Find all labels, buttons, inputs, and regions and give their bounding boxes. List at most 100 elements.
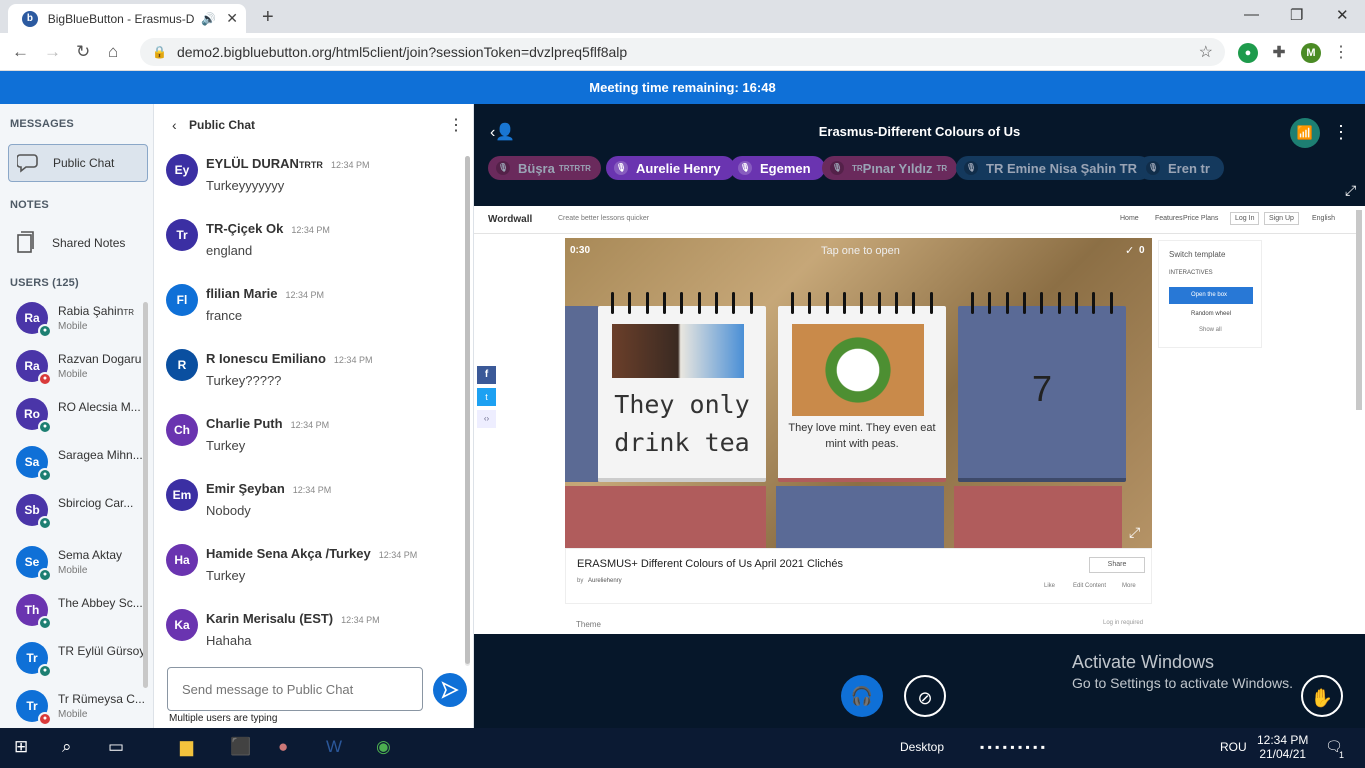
extension-icon[interactable]: ●	[1238, 43, 1258, 63]
talking-indicator[interactable]: 🎙 Egemen	[730, 156, 825, 180]
chat-title[interactable]: Public Chat	[189, 118, 255, 132]
minimize-icon[interactable]: —	[1244, 6, 1259, 23]
card-seven[interactable]: 7	[958, 292, 1126, 482]
message-avatar: Tr	[166, 219, 198, 251]
close-tab-icon[interactable]: ✕	[226, 10, 238, 27]
profile-avatar[interactable]: M	[1301, 43, 1321, 63]
talking-indicator[interactable]: 🎙 Aurelie Henry	[606, 156, 735, 180]
user-item[interactable]: Ro ● RO Alecsia M...	[14, 398, 146, 446]
user-item[interactable]: Tr ● TR Eylül Gürsoy	[14, 642, 146, 690]
clock-date: 21/04/21	[1259, 747, 1307, 761]
user-item[interactable]: Se ● Sema Aktay Mobile	[14, 546, 146, 594]
back-icon[interactable]: ←	[12, 42, 29, 62]
user-status-icon: ●	[38, 468, 52, 482]
user-status-icon: ●	[38, 420, 52, 434]
talking-indicator[interactable]: 🎙 Eren tr	[1138, 156, 1224, 180]
share-button[interactable]: Share	[1089, 557, 1145, 573]
browser-tab[interactable]: b BigBlueButton - Erasmus-Diff 🔊 ✕	[8, 4, 246, 33]
clock[interactable]: 12:34 PM 21/04/21	[1257, 733, 1308, 761]
nav-language[interactable]: English	[1312, 215, 1335, 222]
options-menu-icon[interactable]: ⋮	[1332, 122, 1350, 143]
nav-sign-up[interactable]: Sign Up	[1264, 212, 1299, 225]
shared-notes-button[interactable]: Shared Notes	[8, 226, 148, 260]
nav-features[interactable]: Features	[1155, 215, 1183, 222]
bigbluebutton-favicon-icon: b	[22, 10, 38, 27]
bookmark-star-icon[interactable]: ☆	[1199, 42, 1213, 62]
talking-indicator[interactable]: 🎙 TR Emine Nisa Şahin TR	[956, 156, 1151, 180]
message-time: 12:34 PM	[285, 290, 325, 300]
address-bar[interactable]: 🔒 demo2.bigbluebutton.org/html5client/jo…	[140, 38, 1225, 66]
user-name: Tr Rümeysa C...	[58, 692, 145, 706]
facebook-share-icon[interactable]: f	[477, 366, 496, 384]
message-time: 12:34 PM	[291, 225, 330, 235]
forward-icon[interactable]: →	[44, 42, 61, 62]
home-icon[interactable]: ⌂	[108, 42, 118, 62]
windows-start-icon[interactable]: ⊞	[14, 737, 28, 757]
user-item[interactable]: Sb ● Sbirciog Car...	[14, 494, 146, 542]
word-icon[interactable]: W	[326, 737, 342, 757]
chrome-icon[interactable]: ◉	[376, 737, 391, 757]
theme-bar: Theme Log in required	[565, 610, 1152, 634]
fullscreen-icon[interactable]: ⤢	[1345, 182, 1356, 199]
talking-indicator[interactable]: 🎙 Büşra TRTRTR	[488, 156, 601, 180]
show-all-link[interactable]: Show all	[1199, 327, 1222, 333]
nav-home[interactable]: Home	[1120, 215, 1139, 222]
language-indicator[interactable]: ROU	[1220, 740, 1247, 754]
message-sender: Karin Merisalu (EST) 12:34 PM	[206, 611, 380, 626]
template-random-wheel[interactable]: Random wheel	[1169, 307, 1253, 322]
talking-indicator[interactable]: 🎙 TR Pınar Yıldız TR	[822, 156, 958, 180]
share-webcam-button[interactable]: ⊘	[904, 675, 946, 717]
audio-headphones-button[interactable]: 🎧	[841, 675, 883, 717]
desktop-toolbar-label[interactable]: Desktop	[900, 740, 944, 754]
message-avatar: Ey	[166, 154, 198, 186]
task-view-icon[interactable]: ▭	[108, 737, 124, 757]
reload-icon[interactable]: ↻	[76, 42, 90, 62]
public-chat-button[interactable]: Public Chat	[8, 144, 148, 182]
clock-time: 12:34 PM	[1257, 733, 1309, 747]
chat-options-icon[interactable]: ⋮	[448, 115, 464, 135]
puzzle-extensions-icon[interactable]: ✚	[1269, 43, 1289, 63]
user-item[interactable]: Ra ● Razvan Dogaru Mobile	[14, 350, 146, 398]
browser-menu-icon[interactable]: ⋮	[1333, 42, 1349, 62]
author-link[interactable]: Aureliehenry	[588, 578, 622, 584]
new-tab-icon[interactable]: +	[262, 6, 274, 29]
chevron-left-icon[interactable]: ‹	[172, 117, 177, 133]
send-button[interactable]	[433, 673, 467, 707]
user-item[interactable]: Sa ● Saragea Mihn...	[14, 446, 146, 494]
speaker-icon[interactable]: 🔊	[201, 12, 216, 26]
peas-photo	[792, 324, 924, 416]
connection-status-icon[interactable]: 📶	[1290, 118, 1320, 148]
raise-hand-button[interactable]: ✋	[1301, 675, 1343, 717]
user-list-scrollbar[interactable]	[143, 302, 148, 688]
chat-message: R R Ionescu Emiliano 12:34 PM Turkey?????	[166, 349, 456, 409]
restore-icon[interactable]: ❐	[1290, 6, 1303, 24]
template-open-the-box[interactable]: Open the box	[1169, 287, 1253, 304]
chat-message-input[interactable]	[167, 667, 423, 711]
nav-price-plans[interactable]: Price Plans	[1183, 215, 1218, 222]
app-icon[interactable]: ●	[278, 737, 288, 757]
chat-scrollbar[interactable]	[465, 156, 470, 666]
nav-log-in[interactable]: Log In	[1230, 212, 1260, 225]
like-button[interactable]: Like	[1044, 583, 1055, 589]
presentation-scrollbar[interactable]	[1356, 210, 1362, 410]
tray-icons[interactable]: ▪ ▪ ▪ ▪ ▪ ▪ ▪ ▪ ▪	[980, 740, 1045, 754]
more-button[interactable]: More	[1122, 583, 1136, 589]
user-item[interactable]: Th ● The Abbey Sc...	[14, 594, 146, 642]
edit-content-button[interactable]: Edit Content	[1073, 583, 1106, 589]
message-avatar: Em	[166, 479, 198, 511]
chat-message: Fl flilian Marie 12:34 PM france	[166, 284, 456, 344]
message-text: england	[206, 243, 253, 258]
user-status-icon: ●	[38, 712, 52, 726]
user-item[interactable]: Ra ● Rabia ŞahinTR Mobile	[14, 302, 146, 350]
close-window-icon[interactable]: ✕	[1336, 6, 1349, 24]
acrobat-icon[interactable]: ⬛	[230, 737, 251, 757]
embed-share-icon[interactable]: ‹›	[477, 410, 496, 428]
file-explorer-icon[interactable]: ▆	[180, 737, 193, 757]
search-icon[interactable]: ⌕	[62, 737, 72, 757]
wordwall-logo[interactable]: Wordwall	[488, 214, 532, 225]
card-tea[interactable]: They only drink tea	[598, 292, 766, 482]
card-mint[interactable]: They love mint. They even eat mint with …	[778, 292, 946, 482]
message-text: Turkey	[206, 568, 246, 583]
twitter-share-icon[interactable]: t	[477, 388, 496, 406]
check-icon: ✓	[1125, 245, 1135, 257]
